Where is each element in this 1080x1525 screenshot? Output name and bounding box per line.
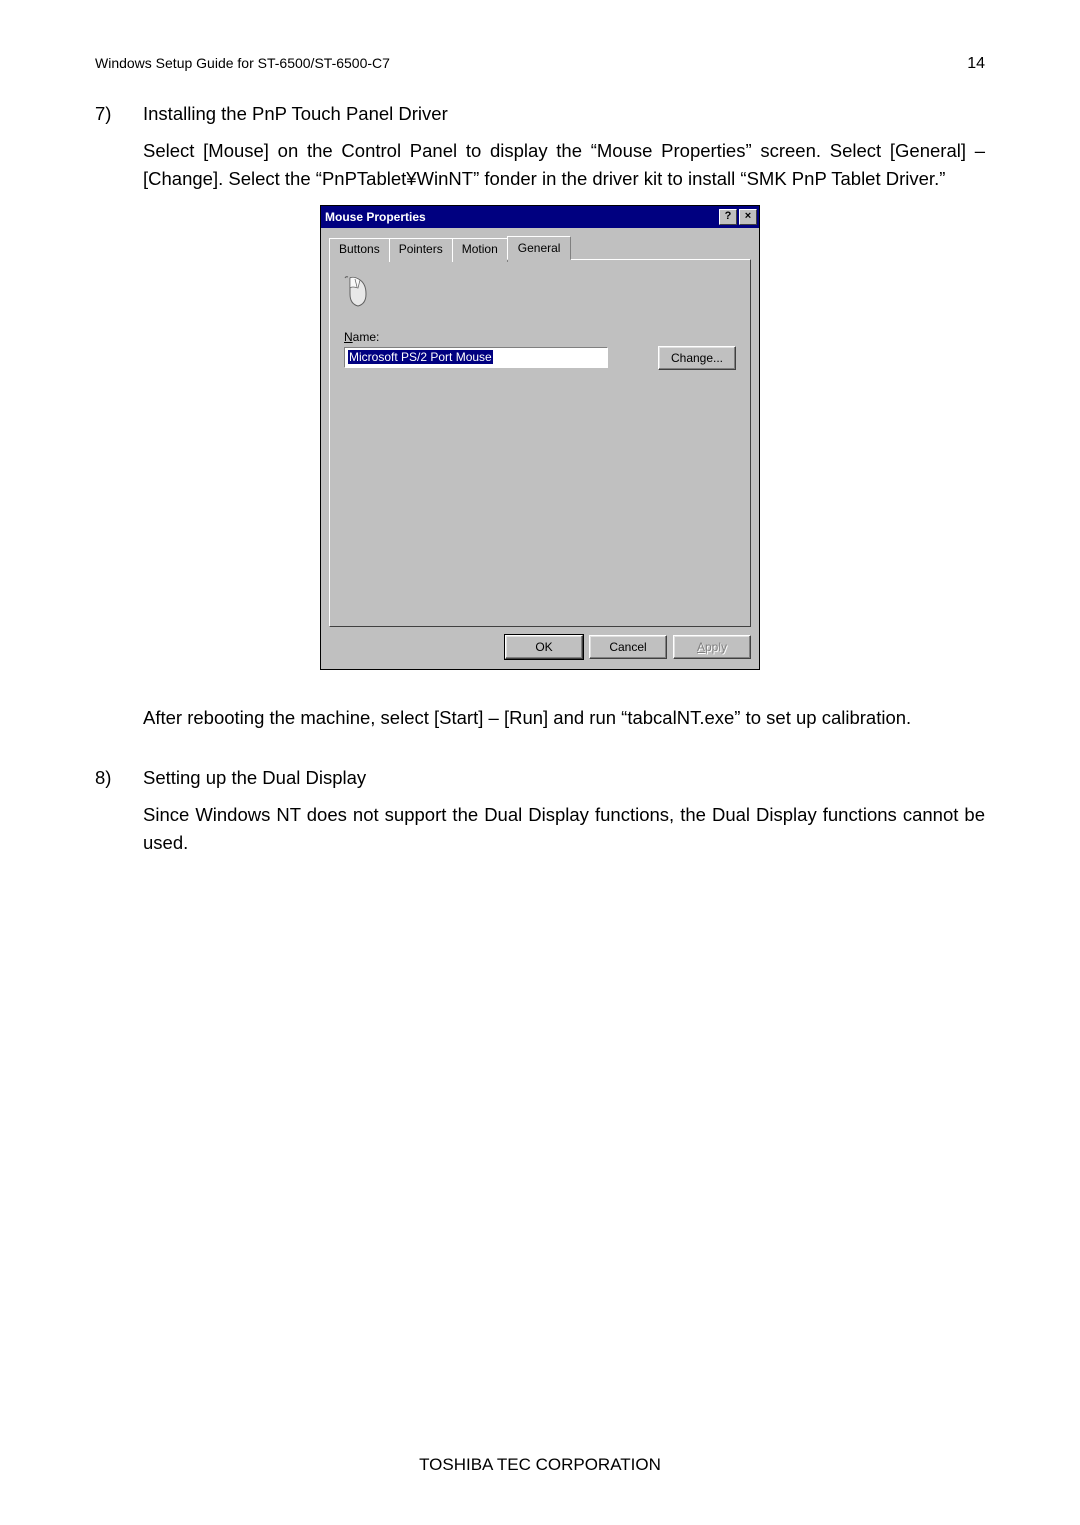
name-label: Name: — [344, 330, 736, 344]
tab-general[interactable]: General — [507, 236, 572, 260]
name-field[interactable]: Microsoft PS/2 Port Mouse — [344, 347, 608, 368]
dialog-screenshot: Mouse Properties ? × Buttons Pointers Mo… — [95, 205, 985, 670]
page-header: Windows Setup Guide for ST-6500/ST-6500-… — [95, 55, 985, 73]
tab-buttons[interactable]: Buttons — [329, 238, 390, 262]
titlebar-text: Mouse Properties — [325, 210, 719, 224]
section-7-paragraph-2: After rebooting the machine, select [Sta… — [143, 704, 985, 732]
mouse-properties-dialog: Mouse Properties ? × Buttons Pointers Mo… — [320, 205, 760, 670]
section-title: Setting up the Dual Display — [143, 767, 366, 789]
apply-button[interactable]: Apply — [673, 635, 751, 659]
change-button[interactable]: Change... — [658, 346, 736, 370]
ok-button[interactable]: OK — [505, 635, 583, 659]
section-number: 7) — [95, 103, 143, 125]
page-number: 14 — [967, 55, 985, 73]
section-number: 8) — [95, 767, 143, 789]
footer: TOSHIBA TEC CORPORATION — [0, 1455, 1080, 1475]
section-title: Installing the PnP Touch Panel Driver — [143, 103, 448, 125]
close-button[interactable]: × — [739, 209, 757, 225]
titlebar: Mouse Properties ? × — [321, 206, 759, 228]
dialog-button-row: OK Cancel Apply — [329, 635, 751, 659]
section-7-paragraph-1: Select [Mouse] on the Control Panel to d… — [143, 137, 985, 193]
tab-strip: Buttons Pointers Motion General — [329, 236, 751, 260]
tab-panel-general: Name: Microsoft PS/2 Port Mouse Change..… — [329, 259, 751, 627]
section-8-heading: 8) Setting up the Dual Display — [95, 767, 985, 789]
help-button[interactable]: ? — [719, 209, 737, 225]
tab-pointers[interactable]: Pointers — [389, 238, 453, 262]
cancel-button[interactable]: Cancel — [589, 635, 667, 659]
section-8-paragraph-1: Since Windows NT does not support the Du… — [143, 801, 985, 857]
tab-motion[interactable]: Motion — [452, 238, 508, 262]
mouse-icon — [344, 274, 380, 310]
doc-title: Windows Setup Guide for ST-6500/ST-6500-… — [95, 55, 390, 71]
section-7-heading: 7) Installing the PnP Touch Panel Driver — [95, 103, 985, 125]
